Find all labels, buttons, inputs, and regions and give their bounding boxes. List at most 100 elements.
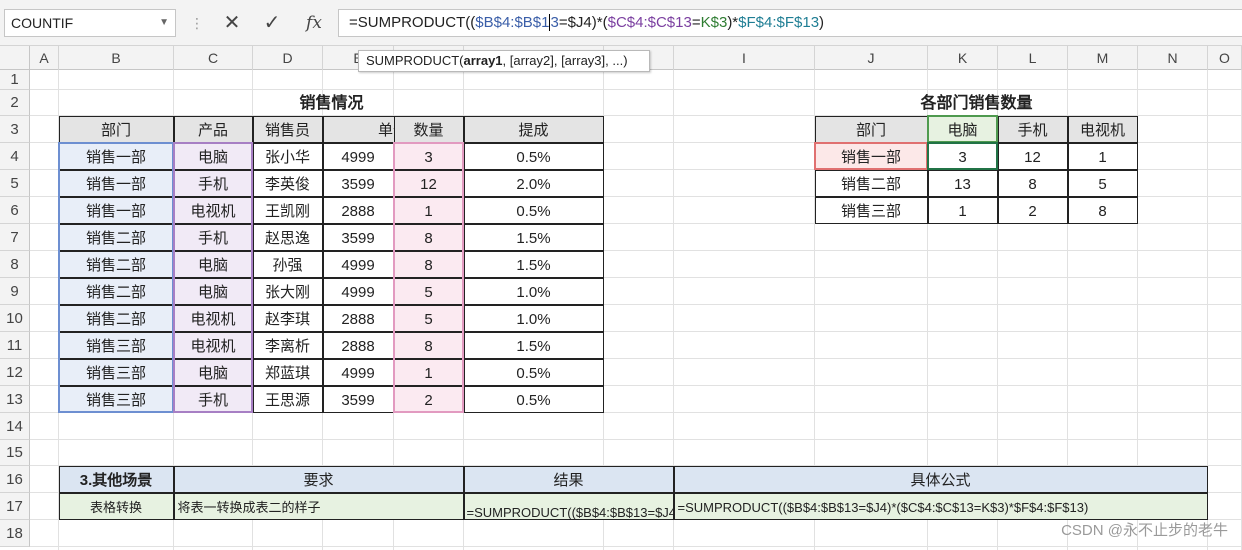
chevron-down-icon[interactable]: ▼ [159, 10, 169, 36]
sales-table-cell[interactable]: 8 [393, 223, 464, 251]
formula-input[interactable]: =SUMPRODUCT(($B$4:$B$13=$J4)*($C$4:$C$13… [338, 9, 1242, 37]
dept-table-header[interactable]: 手机 [997, 115, 1068, 143]
sales-table-cell[interactable]: 孙强 [252, 250, 323, 278]
row-header[interactable]: 13 [0, 386, 30, 413]
sales-table-cell[interactable]: 赵思逸 [252, 223, 323, 251]
dept-table-cell[interactable]: 8 [1067, 196, 1138, 224]
column-header[interactable]: D [253, 46, 323, 70]
sales-table-cell[interactable]: 销售二部 [58, 304, 174, 332]
row-header[interactable]: 8 [0, 251, 30, 278]
row-header[interactable]: 1 [0, 70, 30, 90]
sales-table-cell[interactable]: 销售二部 [58, 250, 174, 278]
dept-table-header[interactable]: 部门 [814, 115, 928, 143]
dept-table-cell[interactable]: 3 [927, 142, 998, 170]
sales-table-cell[interactable]: 赵李琪 [252, 304, 323, 332]
scenario-table-header[interactable]: 结果 [463, 465, 674, 493]
sales-table-cell[interactable]: 8 [393, 250, 464, 278]
scenario-table-cell[interactable]: 表格转换 [58, 492, 174, 520]
sales-table-cell[interactable]: 销售二部 [58, 277, 174, 305]
column-header[interactable]: O [1208, 46, 1242, 70]
scenario-table-header[interactable]: 要求 [173, 465, 464, 493]
sales-table-cell[interactable]: 0.5% [463, 385, 604, 413]
row-header[interactable]: 16 [0, 466, 30, 493]
sales-table-cell[interactable]: 销售一部 [58, 142, 174, 170]
sales-table-cell[interactable]: 手机 [173, 385, 253, 413]
column-header[interactable]: N [1138, 46, 1208, 70]
sales-table-cell[interactable]: 0.5% [463, 142, 604, 170]
sales-table-cell[interactable]: 1.0% [463, 277, 604, 305]
column-header[interactable]: C [174, 46, 253, 70]
sales-table-cell[interactable]: 0.5% [463, 196, 604, 224]
scenario-table-header[interactable]: 具体公式 [673, 465, 1208, 493]
sales-table-cell[interactable]: 5 [393, 304, 464, 332]
sales-table-cell[interactable]: 2888 [322, 331, 394, 359]
sales-table-cell[interactable]: 销售一部 [58, 169, 174, 197]
sales-table-header[interactable]: 提成 [463, 115, 604, 143]
sales-table-cell[interactable]: 4999 [322, 277, 394, 305]
dept-table-cell[interactable]: 销售二部 [814, 169, 928, 197]
sales-table-header[interactable]: 部门 [58, 115, 174, 143]
row-header[interactable]: 17 [0, 493, 30, 520]
dept-table-cell[interactable]: 销售一部 [814, 142, 928, 170]
sales-table-cell[interactable]: 张小华 [252, 142, 323, 170]
sales-table-cell[interactable]: 电脑 [173, 358, 253, 386]
sales-table-cell[interactable]: 3599 [322, 223, 394, 251]
sales-table-cell[interactable]: 4999 [322, 250, 394, 278]
column-header[interactable]: I [674, 46, 815, 70]
scenario-table-header[interactable]: 3.其他场景 [58, 465, 174, 493]
sales-table-cell[interactable]: 1.0% [463, 304, 604, 332]
row-header[interactable]: 15 [0, 440, 30, 466]
row-header[interactable]: 10 [0, 305, 30, 332]
scenario-table-cell[interactable]: =SUMPRODUCT(($B$4:$B$13=$J4)*($C$4:$C$13… [673, 492, 1208, 520]
row-header[interactable]: 4 [0, 143, 30, 170]
row-header[interactable]: 2 [0, 90, 30, 116]
sales-table-header[interactable]: 销售员 [252, 115, 323, 143]
sales-table-cell[interactable]: 电视机 [173, 331, 253, 359]
sales-table-cell[interactable]: 销售三部 [58, 331, 174, 359]
cancel-icon[interactable]: ✕ [218, 9, 246, 37]
dept-table-cell[interactable]: 1 [927, 196, 998, 224]
row-header[interactable]: 11 [0, 332, 30, 359]
sales-table-header[interactable]: 产品 [173, 115, 253, 143]
dept-table-cell[interactable]: 5 [1067, 169, 1138, 197]
column-header[interactable]: B [59, 46, 174, 70]
sales-table-cell[interactable]: 2.0% [463, 169, 604, 197]
column-header[interactable]: A [30, 46, 59, 70]
sales-table-cell[interactable]: 2 [393, 385, 464, 413]
select-all-corner[interactable] [0, 46, 30, 70]
dept-table-header[interactable]: 电视机 [1067, 115, 1138, 143]
sales-table-cell[interactable]: 3599 [322, 169, 394, 197]
column-header[interactable]: J [815, 46, 928, 70]
sales-table-header[interactable]: 数量 [393, 115, 464, 143]
sales-table-cell[interactable]: 王思源 [252, 385, 323, 413]
row-header[interactable]: 6 [0, 197, 30, 224]
sales-table-cell[interactable]: 1 [393, 358, 464, 386]
sales-table-cell[interactable]: 4999 [322, 142, 394, 170]
sales-table-cell[interactable]: 张大刚 [252, 277, 323, 305]
dept-table-cell[interactable]: 2 [997, 196, 1068, 224]
sales-table-cell[interactable]: 销售二部 [58, 223, 174, 251]
insert-function-icon[interactable]: fx [300, 9, 328, 37]
sales-table-cell[interactable]: 手机 [173, 169, 253, 197]
sales-table-cell[interactable]: 1 [393, 196, 464, 224]
sales-table-cell[interactable]: 销售三部 [58, 385, 174, 413]
sales-table-cell[interactable]: 12 [393, 169, 464, 197]
dept-table-cell[interactable]: 销售三部 [814, 196, 928, 224]
sales-table-cell[interactable]: 电脑 [173, 277, 253, 305]
scenario-table-cell[interactable]: =SUMPRODUCT(($B$4:$B$13=$J4)*( [463, 492, 674, 520]
sales-table-cell[interactable]: 1.5% [463, 331, 604, 359]
scenario-table-cell[interactable]: 将表一转换成表二的样子 [173, 492, 464, 520]
sales-table-cell[interactable]: 1.5% [463, 250, 604, 278]
row-header[interactable]: 14 [0, 413, 30, 440]
sales-table-cell[interactable]: 电视机 [173, 304, 253, 332]
column-header[interactable]: L [998, 46, 1068, 70]
sales-table-cell[interactable]: 李英俊 [252, 169, 323, 197]
sales-table-cell[interactable]: 1.5% [463, 223, 604, 251]
row-header[interactable]: 9 [0, 278, 30, 305]
sales-table-cell[interactable]: 0.5% [463, 358, 604, 386]
sales-table-cell[interactable]: 3 [393, 142, 464, 170]
row-header[interactable]: 7 [0, 224, 30, 251]
row-header[interactable]: 5 [0, 170, 30, 197]
sales-table-cell[interactable]: 王凯刚 [252, 196, 323, 224]
sales-table-cell[interactable]: 郑蓝琪 [252, 358, 323, 386]
